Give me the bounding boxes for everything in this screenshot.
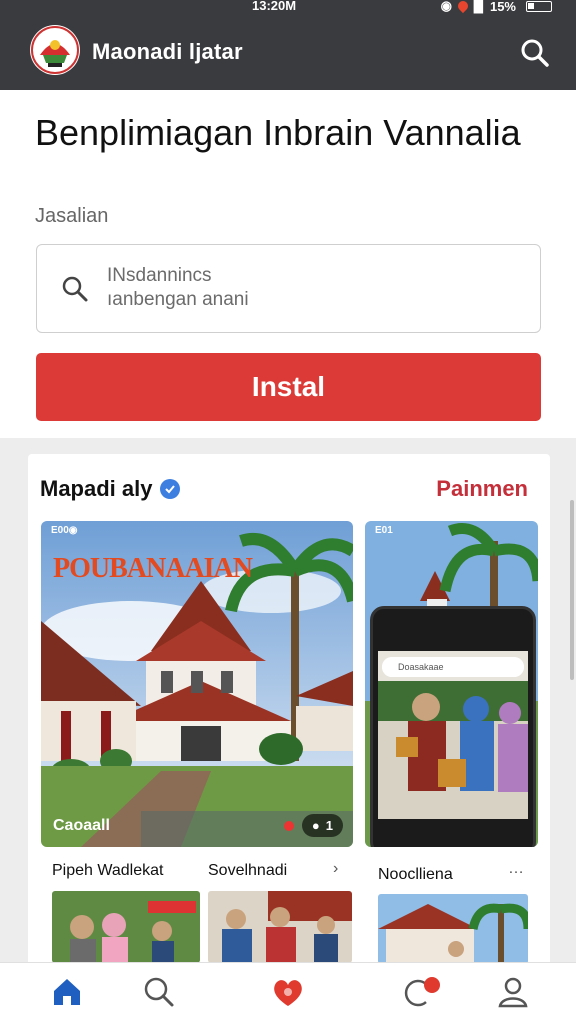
side-post[interactable]: E01 Doasakaae Doasakaae bbox=[365, 521, 538, 847]
app-title: Maonadi ljatar bbox=[92, 39, 243, 64]
app-logo[interactable] bbox=[30, 25, 80, 75]
chevron-right-icon[interactable]: › bbox=[333, 860, 338, 878]
battery-icon bbox=[526, 0, 552, 12]
post-count[interactable]: ● 1 bbox=[301, 814, 343, 837]
nav-favorites[interactable] bbox=[270, 975, 304, 1009]
status-icons: ◉ ▉ 15% bbox=[441, 0, 552, 14]
post-banner: POUBANAAIAN bbox=[53, 553, 253, 584]
search-placeholder-line2: ıanbengan anani bbox=[107, 289, 249, 310]
page-title: Benplimiagan Inbrain Vannalia bbox=[35, 112, 521, 153]
nav-home[interactable] bbox=[50, 975, 84, 1009]
scrollbar[interactable] bbox=[570, 500, 574, 680]
live-dot-icon bbox=[283, 820, 294, 831]
app-detail-section: Benplimiagan Inbrain Vannalia Jasalian I… bbox=[0, 90, 576, 438]
mini-status-bar: E00◉ bbox=[51, 525, 78, 536]
row-label-1[interactable]: Pipeh Wadlekat bbox=[52, 862, 163, 880]
row-label-2[interactable]: Sovelhnadi bbox=[208, 862, 287, 880]
emblem-icon bbox=[31, 26, 79, 74]
notification-icon bbox=[404, 977, 440, 1007]
signal-icon: ▉ bbox=[473, 0, 484, 13]
status-time: 13:20M bbox=[252, 0, 297, 13]
phone-mockup: Doasakaae Doasakaae bbox=[370, 606, 536, 847]
thumbnail-photo bbox=[208, 891, 352, 963]
post-caption: Caoaall bbox=[53, 817, 110, 834]
status-bar: 13:20M ◉ ▉ 15% bbox=[0, 0, 576, 14]
install-button[interactable]: Instal bbox=[36, 353, 541, 421]
feed-header: Mapadi aly bbox=[40, 476, 181, 502]
phone-screen: Doasakaae Doasakaae bbox=[378, 651, 528, 819]
search-icon bbox=[62, 276, 88, 302]
page-subtitle: Jasalian bbox=[35, 205, 109, 227]
more-options-icon[interactable]: … bbox=[508, 860, 524, 878]
search-button[interactable] bbox=[520, 38, 550, 68]
thumbnail-3[interactable] bbox=[378, 894, 528, 964]
search-icon bbox=[144, 977, 174, 1007]
featured-post[interactable]: E00◉ POUBANAAIAN Caoaall ● 1 bbox=[41, 521, 353, 847]
thumbnail-photo bbox=[52, 891, 200, 963]
feed-card: Mapadi aly Painmen E00◉ POUBANAAIAN Caoa… bbox=[28, 454, 550, 974]
feed-title: Mapadi aly bbox=[40, 476, 153, 501]
thumbnail-photo bbox=[378, 894, 528, 964]
bottom-nav bbox=[0, 962, 576, 1024]
app-bar: Maonadi ljatar bbox=[0, 14, 576, 90]
nav-profile[interactable] bbox=[496, 975, 530, 1009]
post-actions: ● 1 bbox=[283, 814, 343, 837]
nav-notifications[interactable] bbox=[402, 975, 440, 1009]
wifi-icon: ◉ bbox=[440, 0, 452, 13]
search-placeholder-line1: INsdannincs bbox=[107, 265, 212, 286]
side-mini-status: E01 bbox=[375, 525, 393, 536]
search-input[interactable]: INsdannincs ıanbengan anani bbox=[36, 244, 541, 333]
heart-icon bbox=[274, 980, 302, 1006]
see-all-link[interactable]: Painmen bbox=[436, 476, 528, 502]
thumbnail-2[interactable] bbox=[208, 891, 352, 963]
notification-dot-icon bbox=[455, 0, 471, 14]
phone-search-overlay: Doasakaae bbox=[382, 657, 524, 677]
comments-icon: ● bbox=[311, 818, 320, 833]
thumbnail-1[interactable] bbox=[52, 891, 200, 963]
verified-icon bbox=[160, 479, 181, 499]
battery-percent: 15% bbox=[489, 0, 516, 14]
row-label-3[interactable]: Nooclliena bbox=[378, 866, 453, 884]
home-icon bbox=[54, 979, 80, 1005]
post-count-value: 1 bbox=[325, 818, 333, 833]
phone-search-text: Doasakaae bbox=[398, 662, 444, 672]
search-icon bbox=[521, 39, 549, 67]
nav-search[interactable] bbox=[142, 975, 176, 1009]
profile-icon bbox=[498, 977, 528, 1008]
